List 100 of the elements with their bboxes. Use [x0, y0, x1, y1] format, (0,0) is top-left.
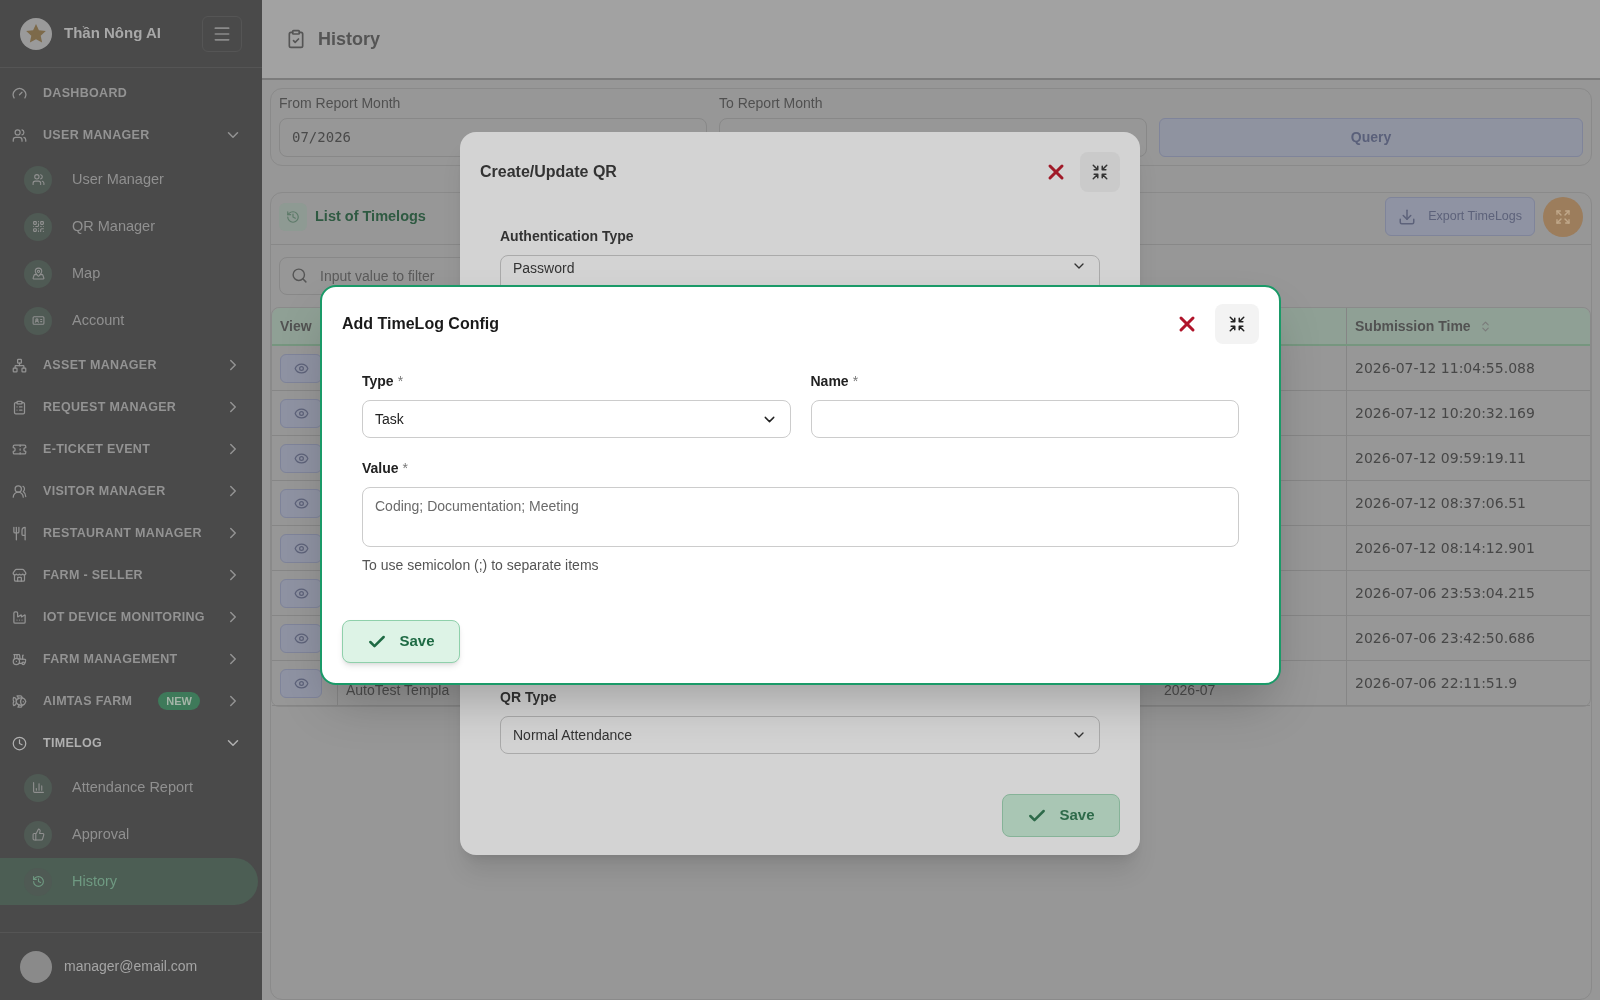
- nav-section[interactable]: IOT DEVICE MONITORING: [0, 596, 262, 638]
- nav-section[interactable]: FARM - SELLER: [0, 554, 262, 596]
- nav-item[interactable]: Account: [0, 297, 262, 344]
- view-button[interactable]: [280, 488, 322, 518]
- fish-icon: [12, 693, 27, 709]
- field-label: Value *: [362, 459, 410, 478]
- id-card-icon: [24, 306, 52, 335]
- eye-icon: [293, 630, 309, 646]
- nav-item[interactable]: History: [0, 858, 258, 905]
- gauge-icon: [12, 85, 27, 101]
- nav-section[interactable]: VISITOR MANAGER: [0, 470, 262, 512]
- nav-section[interactable]: TIMELOG: [0, 722, 262, 764]
- expand-icon: [1555, 208, 1571, 225]
- select-field[interactable]: Normal Attendance: [500, 716, 1100, 754]
- table-cell-text: 2026-07-12 08:14:12.901: [1355, 538, 1535, 558]
- factory-icon: [12, 609, 27, 625]
- save-button[interactable]: Save: [1002, 794, 1120, 837]
- table-cell-text: 2026-07-06 23:42:50.686: [1355, 628, 1535, 648]
- view-button[interactable]: [280, 353, 322, 383]
- required-mark: *: [397, 373, 404, 389]
- avatar: [20, 950, 52, 983]
- table-cell-text: 2026-07-12 09:59:19.11: [1355, 448, 1526, 468]
- nav-item[interactable]: Approval: [0, 811, 262, 858]
- new-badge: NEW: [158, 691, 200, 711]
- map-icon: [24, 259, 52, 288]
- field-label: Authentication Type: [500, 227, 635, 246]
- eye-icon: [293, 495, 309, 511]
- download-icon: [1398, 207, 1417, 226]
- view-button[interactable]: [280, 668, 322, 698]
- brand-name: Thần Nông AI: [64, 23, 162, 44]
- required-mark: *: [852, 373, 859, 389]
- view-button[interactable]: [280, 398, 322, 428]
- users-icon: [12, 127, 27, 143]
- field-hint: To use semicolon (;) to separate items: [362, 556, 600, 575]
- eye-icon: [293, 360, 309, 376]
- nav-section[interactable]: FARM MANAGEMENT: [0, 638, 262, 680]
- view-button[interactable]: [280, 443, 322, 473]
- menu-button[interactable]: [202, 15, 242, 52]
- view-button[interactable]: [280, 578, 322, 608]
- maximize-button[interactable]: [1215, 304, 1259, 344]
- dialog-title: Create/Update QR: [480, 162, 618, 182]
- clock-icon: [12, 735, 27, 751]
- nav-section[interactable]: E-TICKET EVENT: [0, 428, 262, 470]
- nav-item[interactable]: Attendance Report: [0, 764, 262, 811]
- nav-section[interactable]: REQUEST MANAGER: [0, 386, 262, 428]
- value-textarea[interactable]: Coding; Documentation; Meeting: [362, 487, 1239, 547]
- utensils-icon: [12, 525, 27, 541]
- eye-icon: [293, 540, 309, 556]
- field-label: Name *: [810, 372, 860, 391]
- eye-icon: [293, 675, 309, 691]
- user-email: manager@email.com: [64, 957, 198, 976]
- search-icon: [291, 267, 308, 284]
- nav-section[interactable]: USER MANAGER: [0, 114, 262, 156]
- view-button[interactable]: [280, 623, 322, 653]
- history-icon: [279, 202, 307, 231]
- shrink-icon: [1228, 315, 1246, 333]
- thumbs-up-icon: [24, 820, 52, 849]
- clipboard-icon: [12, 399, 27, 415]
- nav-item[interactable]: QR Manager: [0, 203, 262, 250]
- name-input[interactable]: [810, 400, 1239, 438]
- table-cell-text: 2026-07-06 22:11:51.9: [1355, 673, 1518, 693]
- qr-code-icon: [24, 212, 52, 241]
- eye-icon: [293, 585, 309, 601]
- nav-section[interactable]: DASHBOARD: [0, 72, 262, 114]
- history-icon: [24, 867, 52, 896]
- field-label: QR Type: [500, 688, 558, 707]
- table-cell-text: AutoTest Templa: [346, 681, 450, 700]
- column-header: View: [279, 316, 313, 336]
- clipboard-check-icon: [286, 29, 306, 49]
- dialog-title: Add TimeLog Config: [342, 314, 500, 334]
- expand-button[interactable]: [1543, 196, 1583, 237]
- people-icon: [12, 483, 27, 499]
- ticket-icon: [12, 441, 27, 457]
- shrink-icon: [1091, 163, 1109, 181]
- table-cell-text: 2026-07-12 08:37:06.51: [1355, 493, 1526, 513]
- nav-section[interactable]: ASSET MANAGER: [0, 344, 262, 386]
- view-button[interactable]: [280, 533, 322, 563]
- field-label: Type *: [362, 372, 405, 391]
- save-button[interactable]: Save: [342, 620, 460, 663]
- nav-section[interactable]: AIMTAS FARM NEW: [0, 680, 262, 722]
- nav-section[interactable]: RESTAURANT MANAGER: [0, 512, 262, 554]
- page-title: History: [318, 27, 380, 51]
- eye-icon: [293, 405, 309, 421]
- table-cell-text: 2026-07-12 10:20:32.169: [1355, 403, 1535, 423]
- type-select[interactable]: Task: [362, 400, 791, 438]
- column-header[interactable]: Submission Time: [1346, 308, 1590, 344]
- table-cell-text: 2026-07-12 11:04:55.088: [1355, 358, 1535, 378]
- field-label: To Report Month: [719, 94, 824, 113]
- bar-chart-icon: [24, 773, 52, 802]
- users-icon: [24, 165, 52, 194]
- hierarchy-icon: [12, 357, 27, 373]
- table-cell-text: 2026-07-06 23:53:04.215: [1355, 583, 1535, 603]
- field-label: From Report Month: [279, 94, 402, 113]
- store-icon: [12, 567, 27, 583]
- maximize-button[interactable]: [1080, 152, 1120, 192]
- tractor-icon: [12, 651, 27, 667]
- required-mark: *: [402, 460, 409, 476]
- nav-item[interactable]: Map: [0, 250, 262, 297]
- nav-item[interactable]: User Manager: [0, 156, 262, 203]
- list-title: List of Timelogs: [315, 206, 427, 226]
